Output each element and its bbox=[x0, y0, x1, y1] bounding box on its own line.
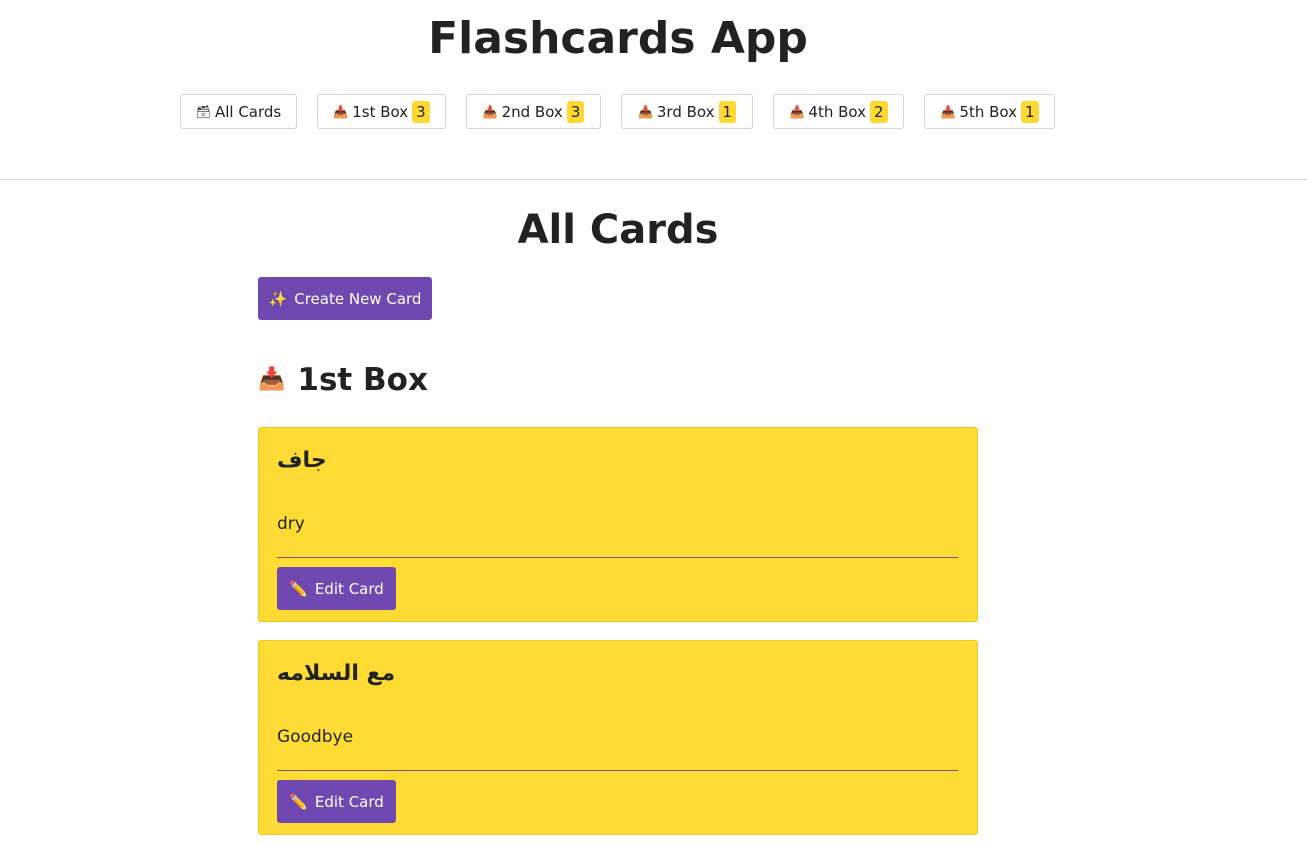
count-badge: 2 bbox=[870, 100, 888, 123]
inbox-tray-icon: 📥 bbox=[258, 367, 286, 392]
nav-label: 1st Box bbox=[352, 102, 409, 121]
nav-box-3-button[interactable]: 📥 3rd Box 1 bbox=[621, 94, 753, 129]
inbox-tray-icon: 📥 bbox=[940, 104, 956, 119]
card-front-text: جاف bbox=[277, 448, 327, 473]
nav-box-5-button[interactable]: 📥 5th Box 1 bbox=[924, 94, 1055, 129]
sparkles-icon: ✨ bbox=[268, 289, 288, 308]
count-badge: 1 bbox=[1021, 100, 1039, 123]
flashcard: جاف dry ✏️ Edit Card bbox=[258, 427, 978, 622]
card-box-icon: 🗃 bbox=[195, 104, 211, 119]
edit-card-button[interactable]: ✏️ Edit Card bbox=[277, 567, 396, 610]
nav-label: 4th Box bbox=[808, 102, 866, 121]
edit-card-button[interactable]: ✏️ Edit Card bbox=[277, 780, 396, 823]
nav-box-1-button[interactable]: 📥 1st Box 3 bbox=[317, 94, 446, 129]
nav-box-2-button[interactable]: 📥 2nd Box 3 bbox=[466, 94, 601, 129]
app-title: Flashcards App bbox=[428, 13, 808, 64]
pencil-icon: ✏️ bbox=[289, 792, 308, 811]
edit-button-label: Edit Card bbox=[314, 792, 384, 811]
card-front-text: مع السلامه bbox=[277, 661, 396, 686]
pencil-icon: ✏️ bbox=[289, 579, 308, 598]
inbox-tray-icon: 📥 bbox=[789, 104, 805, 119]
page-title: All Cards bbox=[517, 207, 719, 253]
count-badge: 3 bbox=[412, 100, 430, 123]
box-heading: 📥 1st Box bbox=[258, 360, 428, 400]
nav-label: 5th Box bbox=[959, 102, 1017, 121]
card-back-text: Goodbye bbox=[277, 727, 354, 747]
count-badge: 3 bbox=[566, 100, 585, 123]
flashcard: مع السلامه Goodbye ✏️ Edit Card bbox=[258, 640, 978, 835]
count-badge: 1 bbox=[718, 100, 737, 123]
box-navigation: 🗃 All Cards 📥 1st Box 3 📥 2nd Box 3 📥 3r… bbox=[0, 94, 1307, 131]
nav-box-4-button[interactable]: 📥 4th Box 2 bbox=[773, 94, 904, 129]
card-back-text: dry bbox=[277, 514, 305, 534]
box-title: 1st Box bbox=[297, 362, 428, 398]
nav-label: 2nd Box bbox=[501, 102, 563, 121]
inbox-tray-icon: 📥 bbox=[482, 104, 498, 119]
inbox-tray-icon: 📥 bbox=[637, 104, 653, 119]
nav-label: All Cards bbox=[214, 102, 282, 121]
nav-all-cards-button[interactable]: 🗃 All Cards bbox=[180, 94, 297, 129]
card-divider bbox=[277, 557, 958, 558]
edit-button-label: Edit Card bbox=[314, 579, 384, 598]
card-divider bbox=[277, 770, 958, 771]
create-button-label: Create New Card bbox=[294, 289, 422, 308]
nav-label: 3rd Box bbox=[656, 102, 715, 121]
header-divider bbox=[0, 179, 1307, 180]
inbox-tray-icon: 📥 bbox=[333, 104, 349, 119]
create-new-card-button[interactable]: ✨ Create New Card bbox=[258, 277, 432, 320]
